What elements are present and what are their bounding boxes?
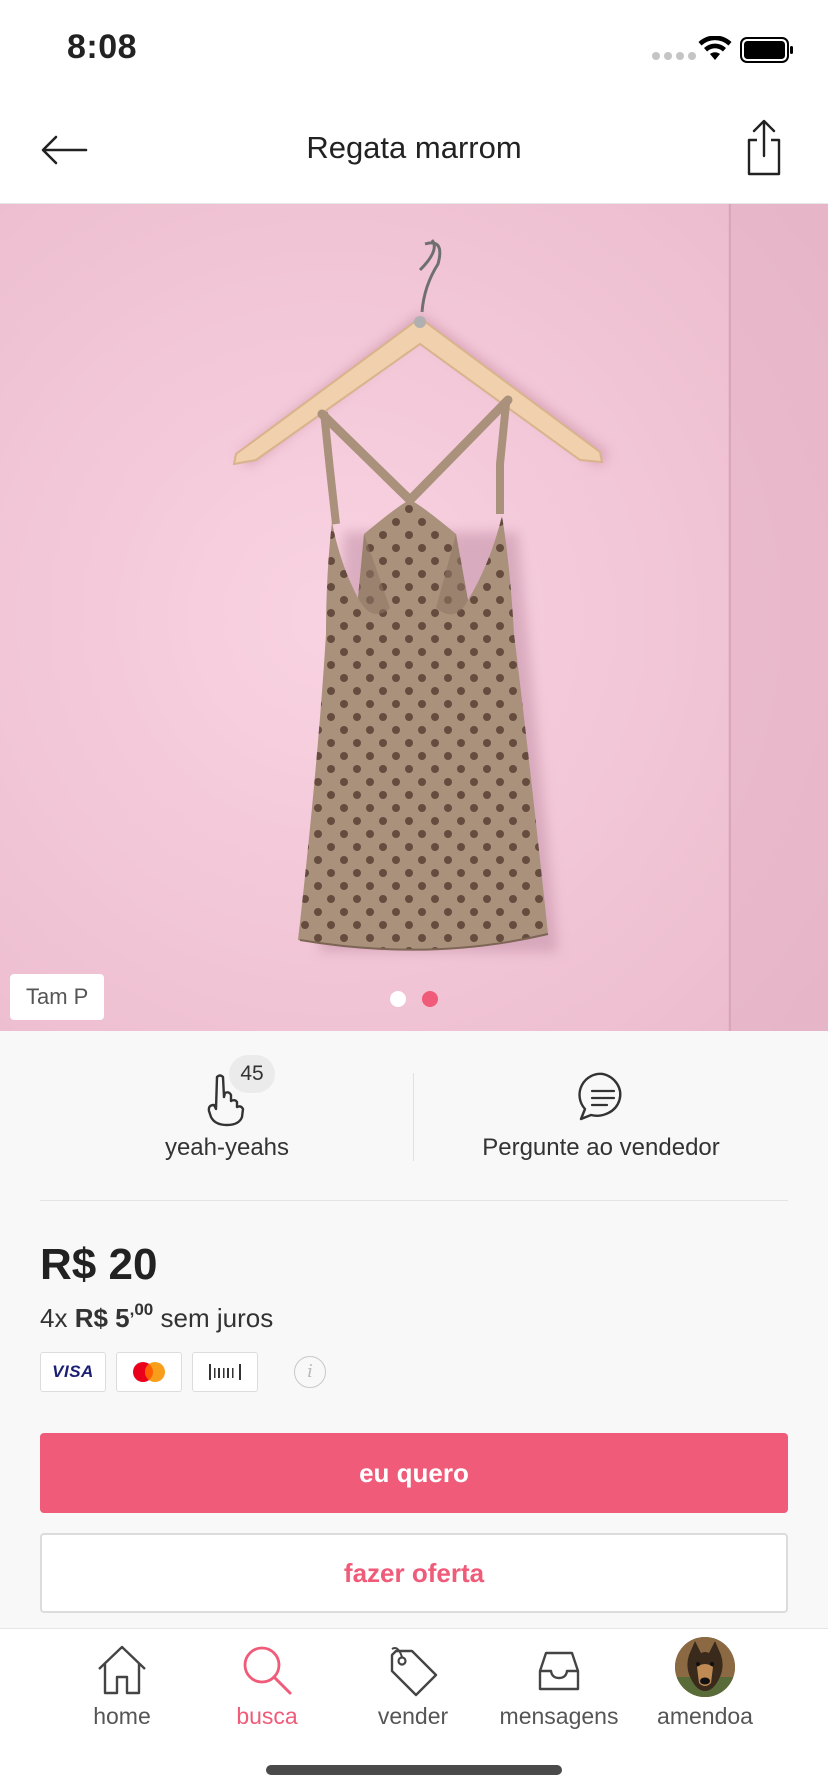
pager-dot-active[interactable] <box>422 991 438 1007</box>
installments-suffix: sem juros <box>160 1303 274 1333</box>
social-actions: 45 yeah-yeahs Pergunte ao vendedor <box>40 1031 788 1201</box>
yeah-count-badge: 45 <box>229 1055 275 1093</box>
chat-bubble-icon <box>578 1072 622 1121</box>
tag-icon <box>390 1647 438 1697</box>
price: R$ 20 <box>40 1240 158 1289</box>
tab-profile[interactable]: amendoa <box>632 1629 778 1739</box>
wifi-icon <box>698 36 732 60</box>
size-tag: Tam P <box>10 974 105 1020</box>
buy-button[interactable]: eu quero <box>40 1433 788 1513</box>
product-photo[interactable] <box>0 204 828 1031</box>
pager-dot[interactable] <box>390 991 406 1007</box>
home-icon <box>98 1645 146 1695</box>
ask-seller-button[interactable]: Pergunte ao vendedor <box>414 1031 788 1201</box>
status-time: 8:08 <box>67 28 138 66</box>
signal-icon <box>652 52 696 60</box>
battery-icon <box>740 37 793 63</box>
tab-messages[interactable]: mensagens <box>486 1629 632 1739</box>
yeah-yeahs-label: yeah-yeahs <box>164 1134 290 1161</box>
page-title: Regata marrom <box>306 130 522 165</box>
installment-value: R$ 5 <box>74 1303 130 1333</box>
tab-label-search: busca <box>236 1703 298 1729</box>
tab-search[interactable]: busca <box>194 1629 340 1739</box>
visa-card-icon: VISA <box>40 1352 106 1392</box>
boleto-barcode-icon <box>192 1352 258 1392</box>
tab-label-home: home <box>93 1703 151 1729</box>
payment-methods: VISA i <box>40 1352 326 1392</box>
image-pager[interactable] <box>390 991 438 1007</box>
navigation-bar: Regata marrom <box>0 96 828 204</box>
installments-info: 4x R$ 5,00 sem juros <box>40 1300 273 1334</box>
make-offer-button[interactable]: fazer oferta <box>40 1533 788 1613</box>
home-indicator[interactable] <box>266 1765 562 1775</box>
search-icon <box>243 1646 292 1695</box>
status-bar: 8:08 <box>0 0 828 96</box>
visa-label: VISA <box>52 1362 94 1381</box>
mastercard-icon <box>116 1352 182 1392</box>
ask-seller-label: Pergunte ao vendedor <box>482 1134 720 1161</box>
tab-label-messages: mensagens <box>499 1703 619 1729</box>
tab-sell[interactable]: vender <box>340 1629 486 1739</box>
installment-cents: ,00 <box>129 1300 154 1319</box>
tab-label-profile: amendoa <box>657 1703 753 1729</box>
tab-label-sell: vender <box>377 1703 449 1729</box>
inbox-icon <box>538 1651 580 1691</box>
info-icon[interactable]: i <box>294 1356 326 1388</box>
installments-prefix: 4x <box>40 1303 68 1333</box>
tab-home[interactable]: home <box>49 1629 195 1739</box>
share-icon[interactable] <box>740 118 788 178</box>
yeah-yeahs-button[interactable]: 45 yeah-yeahs <box>40 1031 414 1201</box>
avatar <box>675 1637 735 1697</box>
